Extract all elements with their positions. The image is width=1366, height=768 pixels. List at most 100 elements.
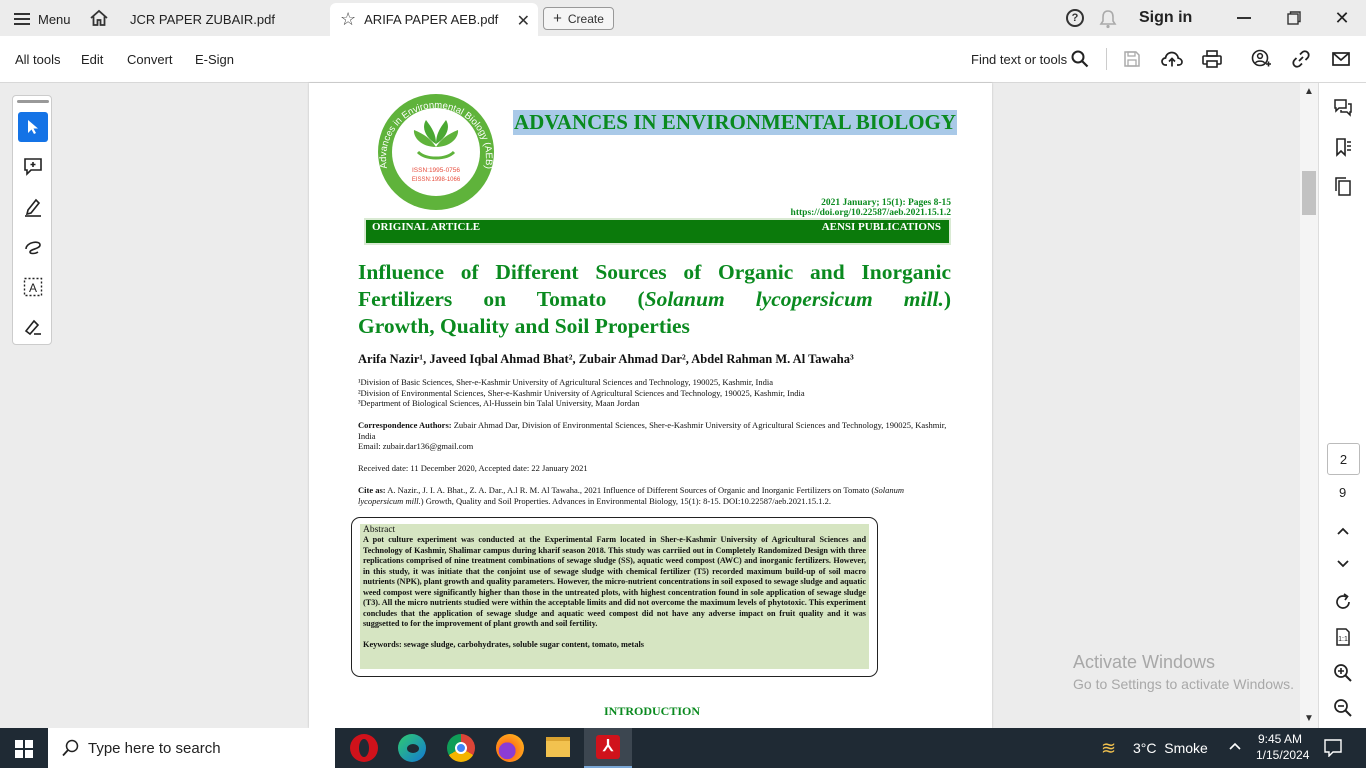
tab-label: JCR PAPER ZUBAIR.pdf bbox=[130, 12, 275, 27]
document-workspace: A Advances in Environmental Biology (AEB… bbox=[0, 83, 1366, 728]
taskbar-search-box[interactable]: Type here to search bbox=[48, 728, 335, 768]
affiliation-2: ²Division of Environmental Sciences, She… bbox=[358, 387, 805, 398]
minimize-icon[interactable] bbox=[1232, 6, 1256, 30]
sign-in-button[interactable]: Sign in bbox=[1139, 9, 1192, 27]
close-window-icon[interactable]: ✕ bbox=[1330, 6, 1354, 30]
tab-label: ARIFA PAPER AEB.pdf bbox=[364, 12, 499, 27]
banner-right: AENSI PUBLICATIONS bbox=[821, 221, 941, 233]
activate-windows-watermark: Activate Windows Go to Settings to activ… bbox=[1073, 652, 1294, 692]
correspondence-label: Correspondence Authors: bbox=[358, 420, 452, 430]
weather-text[interactable]: 3°C Smoke bbox=[1133, 740, 1208, 756]
tray-chevron-icon[interactable] bbox=[1228, 739, 1242, 757]
title-line-1: Influence of Different Sources of Organi… bbox=[358, 260, 951, 284]
windows-start-icon[interactable] bbox=[15, 740, 33, 763]
add-comment-icon[interactable] bbox=[18, 152, 48, 182]
rotate-icon[interactable] bbox=[1331, 590, 1355, 614]
previous-page-icon[interactable] bbox=[1331, 519, 1355, 543]
search-icon[interactable] bbox=[1069, 48, 1091, 70]
star-icon[interactable]: ☆ bbox=[340, 9, 356, 30]
next-page-icon[interactable] bbox=[1331, 552, 1355, 576]
home-icon[interactable] bbox=[89, 9, 109, 27]
clock[interactable]: 9:45 AM 1/15/2024 bbox=[1256, 731, 1310, 763]
draw-freeform-icon[interactable] bbox=[18, 232, 48, 262]
hamburger-icon bbox=[14, 13, 30, 25]
tab-jcr-paper[interactable]: JCR PAPER ZUBAIR.pdf bbox=[116, 3, 328, 36]
weather-icon[interactable]: ≋ bbox=[1101, 738, 1116, 759]
sign-pen-icon[interactable] bbox=[18, 312, 48, 342]
help-icon[interactable]: ? bbox=[1066, 9, 1084, 27]
acrobat-taskbar-icon[interactable]: ⅄ bbox=[584, 728, 632, 768]
toolbar-divider bbox=[1106, 48, 1107, 70]
scroll-thumb[interactable] bbox=[1302, 171, 1316, 215]
affiliation-1: ¹Division of Basic Sciences, Sher-e-Kash… bbox=[358, 377, 774, 387]
scroll-up-arrow[interactable]: ▲ bbox=[1304, 86, 1314, 97]
chrome-icon[interactable] bbox=[447, 734, 475, 762]
scroll-down-arrow[interactable]: ▼ bbox=[1304, 713, 1314, 724]
restore-icon[interactable] bbox=[1282, 6, 1306, 30]
print-icon[interactable] bbox=[1201, 48, 1223, 70]
menu-button[interactable]: Menu bbox=[14, 9, 71, 29]
clock-date: 1/15/2024 bbox=[1256, 748, 1310, 762]
panel-drag-handle[interactable] bbox=[17, 100, 49, 103]
tool-esign[interactable]: E-Sign bbox=[195, 52, 234, 67]
quick-tools-panel: A bbox=[12, 95, 52, 345]
select-tool-icon[interactable] bbox=[18, 112, 48, 142]
doi-line[interactable]: https://doi.org/10.22587/aeb.2021.15.1.2 bbox=[791, 208, 951, 218]
introduction-heading: INTRODUCTION bbox=[604, 704, 701, 718]
bell-icon[interactable] bbox=[1099, 9, 1117, 34]
save-icon[interactable] bbox=[1121, 48, 1143, 70]
current-page: 2 bbox=[1339, 451, 1348, 467]
text-box-icon[interactable]: A bbox=[18, 272, 48, 302]
title-line-3: Growth, Quality and Soil Properties bbox=[358, 314, 690, 338]
abstract-heading: Abstract bbox=[363, 525, 396, 535]
affiliations: ¹Division of Basic Sciences, Sher-e-Kash… bbox=[358, 377, 805, 409]
bookmarks-icon[interactable] bbox=[1331, 135, 1355, 159]
edge-icon[interactable] bbox=[398, 734, 426, 762]
activate-windows-subtitle: Go to Settings to activate Windows. bbox=[1073, 676, 1294, 692]
close-tab-icon[interactable]: ✕ bbox=[517, 11, 530, 31]
journal-logo: Advances in Environmental Biology (AEB) … bbox=[366, 92, 506, 212]
email-icon[interactable] bbox=[1330, 48, 1352, 70]
main-toolbar: All tools Edit Convert E-Sign Find text … bbox=[0, 36, 1366, 83]
svg-text:ISSN:1995-0756: ISSN:1995-0756 bbox=[412, 167, 460, 174]
keywords-line: Keywords: sewage sludge, carbohydrates, … bbox=[363, 639, 645, 649]
zoom-out-icon[interactable] bbox=[1331, 696, 1355, 720]
file-explorer-icon[interactable] bbox=[546, 737, 570, 757]
zoom-in-icon[interactable] bbox=[1331, 661, 1355, 685]
find-text-or-tools[interactable]: Find text or tools bbox=[971, 52, 1067, 67]
title-line-2: Fertilizers on Tomato (Solanum lycopersi… bbox=[358, 287, 951, 311]
tool-all-tools[interactable]: All tools bbox=[15, 52, 61, 67]
link-icon[interactable] bbox=[1290, 48, 1312, 70]
pages-thumbnails-icon[interactable] bbox=[1331, 174, 1355, 198]
tool-edit[interactable]: Edit bbox=[81, 52, 103, 67]
banner-left: ORIGINAL ARTICLE bbox=[372, 221, 481, 233]
tab-arifa-paper[interactable]: ☆ ARIFA PAPER AEB.pdf ✕ bbox=[330, 3, 538, 36]
create-button[interactable]: + Create bbox=[543, 7, 614, 30]
pdf-page: Advances in Environmental Biology (AEB) … bbox=[309, 83, 992, 728]
share-user-icon[interactable] bbox=[1250, 48, 1272, 70]
correspondence: Correspondence Authors: Zubair Ahmad Dar… bbox=[358, 420, 951, 452]
notifications-icon[interactable] bbox=[1324, 739, 1342, 762]
email-line[interactable]: Email: zubair.dar136@gmail.com bbox=[358, 441, 951, 452]
current-page-box[interactable]: 2 bbox=[1327, 443, 1360, 475]
article-banner: ORIGINAL ARTICLE AENSI PUBLICATIONS bbox=[364, 218, 951, 245]
highlight-pen-icon[interactable] bbox=[18, 192, 48, 222]
dates-line: Received date: 11 December 2020, Accepte… bbox=[358, 463, 588, 473]
affiliation-3: ³Department of Biological Sciences, Al-H… bbox=[358, 398, 640, 409]
svg-text:1:1: 1:1 bbox=[1338, 636, 1348, 643]
create-label: Create bbox=[567, 11, 604, 26]
clock-time: 9:45 AM bbox=[1257, 732, 1303, 746]
vertical-scrollbar[interactable]: ▲ ▼ bbox=[1300, 83, 1318, 728]
comments-icon[interactable] bbox=[1331, 96, 1355, 120]
tool-convert[interactable]: Convert bbox=[127, 52, 173, 67]
fit-page-icon[interactable]: 1:1 bbox=[1331, 625, 1355, 649]
upload-cloud-icon[interactable] bbox=[1161, 48, 1183, 70]
firefox-icon[interactable] bbox=[496, 734, 524, 762]
windows-taskbar: Type here to search ⅄ ≋ 3°C Smoke 9:45 A… bbox=[0, 728, 1366, 768]
opera-icon[interactable] bbox=[350, 734, 378, 762]
article-title: Influence of Different Sources of Organi… bbox=[358, 259, 951, 340]
title-tab-bar: Menu JCR PAPER ZUBAIR.pdf ☆ ARIFA PAPER … bbox=[0, 0, 1366, 36]
svg-text:EISSN:1998-1066: EISSN:1998-1066 bbox=[412, 177, 461, 183]
cite-label: Cite as: bbox=[358, 485, 386, 495]
authors: Arifa Nazir¹, Javeed Iqbal Ahmad Bhat², … bbox=[358, 352, 854, 366]
